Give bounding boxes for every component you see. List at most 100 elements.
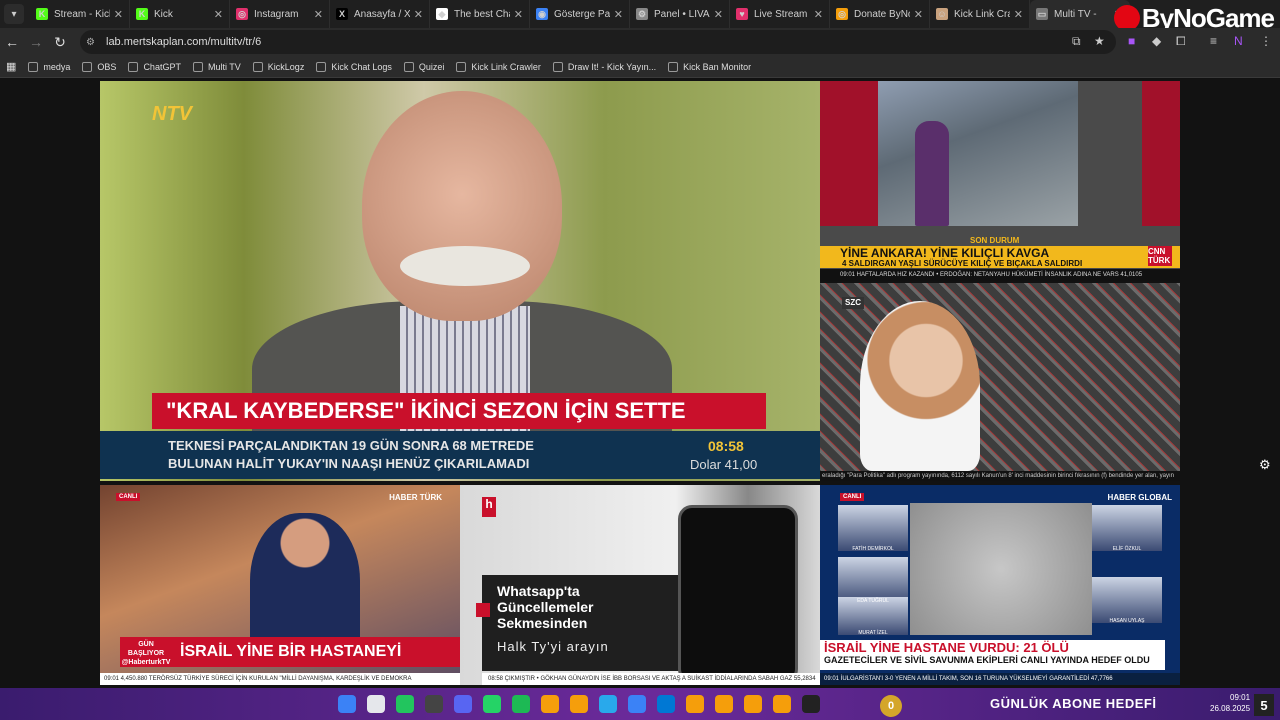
panelist-video [1092,577,1162,623]
tab-item[interactable]: ☺ Kick Link Crawl ✕ [930,0,1030,28]
tab-title: Panel • LIVAD [654,8,710,20]
extensions-icon[interactable]: ⧠ [1176,34,1186,49]
chrome-profile-icon[interactable] [686,695,704,713]
video-haberturk[interactable]: CANLI HABER TÜRK GÜN BAŞLIYOR @Haberturk… [100,485,460,685]
video-sozcu[interactable]: SZC eraladığı "Para Politika" adlı progr… [820,283,1180,481]
extension-twitch-icon[interactable]: ■ [1128,34,1135,48]
tab-close-icon[interactable]: ✕ [814,8,823,21]
whatsapp-icon[interactable] [483,695,501,713]
paint-icon[interactable] [628,695,646,713]
tab-favicon-icon: ◎ [836,8,848,20]
tab-favicon-icon: X [336,8,348,20]
tab-item[interactable]: ◎ Donate ByNoG ✕ [830,0,930,28]
spotify-icon[interactable] [512,695,530,713]
chrome-profile-icon[interactable] [773,695,791,713]
tab-title: Gösterge Panel [554,8,610,20]
tab-item[interactable]: ♥ Live Stream Hi ✕ [730,0,830,28]
chrome-profile-icon[interactable] [744,695,762,713]
panelist-video [838,505,908,551]
video-halk-tv[interactable]: h Whatsapp'ta Güncellemeler Sekmesinden … [460,485,820,685]
address-bar[interactable]: ⚙ lab.mertskaplan.com/multitv/tr/6 [80,30,1116,54]
install-icon[interactable]: ⧉ [1072,34,1081,49]
tab-close-icon[interactable]: ✕ [214,8,223,21]
tab-close-icon[interactable]: ✕ [1014,8,1023,21]
tab-search-icon[interactable]: ▾ [4,4,24,24]
chrome-profile-icon[interactable] [715,695,733,713]
system-clock[interactable]: 09:01 26.08.2025 [1210,692,1250,714]
menu-kebab-icon[interactable]: ⋮ [1260,34,1272,48]
bookmark-item[interactable]: Kick Ban Monitor [668,61,751,72]
tab-item[interactable]: X Anasayfa / X ✕ [330,0,430,28]
video-ntv[interactable]: NTV "KRAL KAYBEDERSE" İKİNCİ SEZON İÇİN … [100,81,820,481]
profile-avatar[interactable]: N [1234,34,1243,48]
tab-item[interactable]: K Stream - Kick D ✕ [30,0,130,28]
telegram-icon[interactable] [599,695,617,713]
bookmark-star-icon[interactable]: ★ [1094,34,1105,48]
site-info-icon[interactable]: ⚙ [86,37,100,48]
outlook-icon[interactable] [657,695,675,713]
tab-title: Instagram [254,8,299,20]
tab-close-icon[interactable]: ✕ [614,8,623,21]
terminal-app-icon[interactable] [396,695,414,713]
bookmark-item[interactable]: medya [28,61,71,72]
channel-logo: NTV [152,103,192,125]
bookmark-label: medya [43,61,71,72]
channel-logo: h [482,497,496,517]
apps-grid-icon[interactable]: ▦ [6,60,16,73]
subtitle-line-1: TEKNESİ PARÇALANDIKTAN 19 GÜN SONRA 68 M… [168,438,534,453]
panelist-name: FATİH DEMİRKOL [852,546,894,552]
tab-close-icon[interactable]: ✕ [714,8,723,21]
panelist-name: EDA TUĞRUL [857,598,889,604]
news-ticker: 09:01 HAFTALARDA HIZ KAZANDI • ERDOĞAN: … [820,269,1180,281]
video-haber-global[interactable]: CANLI HABER GLOBAL FATİH DEMİRKOL EDA TU… [820,485,1180,685]
bookmark-item[interactable]: Kick Link Crawler [456,61,541,72]
file-explorer-icon[interactable] [570,695,588,713]
promo-marker [476,603,490,617]
tab-item[interactable]: ⚙ Panel • LIVAD ✕ [630,0,730,28]
headline-bar: "KRAL KAYBEDERSE" İKİNCİ SEZON İÇİN SETT… [152,393,766,429]
start-icon[interactable] [338,695,356,713]
shield-app-icon[interactable] [367,695,385,713]
bookmark-item[interactable]: OBS [82,61,116,72]
tab-close-icon[interactable]: ✕ [914,8,923,21]
tab-close-icon[interactable]: ✕ [414,8,423,21]
headline-text: İSRAİL YİNE HASTANE VURDU: 21 ÖLÜ [824,640,1069,655]
breaking-label: SON DURUM [970,236,1020,245]
video-cnn-turk[interactable]: SON DURUM YİNE ANKARA! YİNE KILIÇLI KAVG… [820,81,1180,281]
quiz-icon [403,61,414,72]
tab-title: The best Chatl [454,8,510,20]
settings-gear-icon[interactable]: ⚙ [1259,457,1271,473]
cmd-icon[interactable] [802,695,820,713]
counter-badge: 5 [1254,694,1274,716]
chrome-icon[interactable] [541,695,559,713]
bookmark-item[interactable]: KickLogz [252,61,304,72]
discord-icon[interactable] [454,695,472,713]
bookmark-item[interactable]: Multi TV [192,61,241,72]
channel-logo: CNN TÜRK [1148,246,1172,266]
tab-item[interactable]: ◉ Gösterge Panel ✕ [530,0,630,28]
bookmark-item[interactable]: ChatGPT [128,61,181,72]
monitor-icon [668,61,679,72]
media-icon[interactable]: ≡ [1210,34,1217,48]
github-icon[interactable] [425,695,443,713]
promo-subtext: Halk Ty'yi arayın [497,639,609,654]
subheadline: GAZETECİLER VE SİVİL SAVUNMA EKİPLERİ CA… [824,655,1150,665]
tab-title: Live Stream Hi [754,8,810,20]
extension-shield-icon[interactable]: ◆ [1152,34,1161,48]
bookmark-item[interactable]: Quizei [403,61,444,72]
tab-item[interactable]: ◆ The best Chatl ✕ [430,0,530,28]
tab-close-icon[interactable]: ✕ [114,8,123,21]
coin-badge: 0 [880,695,902,717]
tab-close-icon[interactable]: ✕ [514,8,523,21]
back-icon[interactable]: ← [0,34,24,50]
forward-icon[interactable]: → [24,34,48,50]
tab-item[interactable]: K Kick ✕ [130,0,230,28]
tab-close-icon[interactable]: ✕ [314,8,323,21]
person-face [362,91,562,321]
browser-toolbar: ← → ↻ ⚙ lab.mertskaplan.com/multitv/tr/6… [0,28,1280,56]
tab-item[interactable]: ◎ Instagram ✕ [230,0,330,28]
bookmark-item[interactable]: Kick Chat Logs [316,61,392,72]
bookmark-item[interactable]: Draw It! - Kick Yayın... [552,61,656,72]
reload-icon[interactable]: ↻ [48,34,72,51]
tab-favicon-icon: ◆ [436,8,448,20]
